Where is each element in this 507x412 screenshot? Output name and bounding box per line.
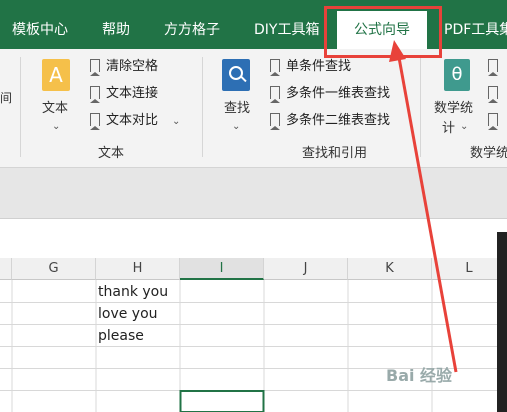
group-label-text: 文本 (98, 146, 125, 161)
tab-diy-toolbox[interactable]: DIY工具箱 (254, 0, 319, 49)
single-condition-lookup-button[interactable]: 单条件查找 (270, 57, 351, 77)
chevron-down-icon: ⌄ (172, 116, 181, 127)
bookmark-icon (90, 59, 100, 76)
text-compare-button[interactable]: 文本对比 ⌄ (90, 111, 180, 131)
text-concat-button[interactable]: 文本连接 (90, 84, 158, 104)
multi-condition-1d-lookup-button[interactable]: 多条件一维表查找 (270, 84, 390, 104)
group-label-lookup: 查找和引用 (302, 146, 368, 161)
bookmark-icon (270, 113, 280, 130)
annotation-highlight-box (324, 6, 442, 58)
text-big-button[interactable]: A 文本 ⌄ (38, 57, 78, 137)
cell-h-love-you[interactable]: love you (98, 306, 158, 322)
math-stats-label-line1: 数学统 (434, 101, 474, 116)
chevron-down-icon: ⌄ (232, 121, 241, 132)
lookup-big-button-label: 查找 (224, 101, 251, 116)
watermark-logo: Bai 经验 (386, 366, 453, 385)
side-panel-edge (497, 232, 507, 412)
formula-input-row[interactable] (0, 218, 507, 259)
group-separator (202, 57, 203, 157)
column-header-partial[interactable] (0, 258, 12, 280)
column-header-k[interactable]: K (348, 258, 432, 280)
bookmark-icon (90, 113, 100, 130)
theta-icon: θ (444, 59, 470, 91)
tab-fangfang-gezi[interactable]: 方方格子 (164, 0, 220, 49)
math-stats-label-line2: 计 (442, 121, 456, 136)
partial-bookmark-item[interactable] (488, 84, 504, 104)
grid-lines (0, 280, 507, 412)
tab-pdf-tools[interactable]: PDF工具集 (444, 0, 507, 49)
text-a-icon: A (42, 59, 70, 91)
column-header-j[interactable]: J (264, 258, 348, 280)
ribbon-panel: 间 A 文本 ⌄ 清除空格 文本连接 文本对比 ⌄ 文本 查找 ⌄ 单条件查找 多… (0, 49, 507, 168)
bookmark-icon (90, 86, 100, 103)
cell-h-thank-you[interactable]: thank you (98, 284, 168, 300)
bookmark-icon (488, 59, 498, 76)
cell-h-please[interactable]: please (98, 328, 144, 344)
group-separator (20, 57, 21, 157)
group-separator (420, 57, 421, 157)
search-book-icon (222, 59, 250, 91)
bookmark-icon (488, 113, 498, 130)
tab-template-center[interactable]: 模板中心 (12, 0, 68, 49)
formula-bar-area (0, 168, 507, 218)
partial-bookmark-item[interactable] (488, 111, 504, 131)
bookmark-icon (270, 86, 280, 103)
bookmark-icon (270, 59, 280, 76)
bookmark-icon (488, 86, 498, 103)
group-label-math: 数学统 (470, 146, 507, 161)
partial-ribbon-item: 间 (0, 91, 13, 105)
column-header-l[interactable]: L (432, 258, 507, 280)
column-header-g[interactable]: G (12, 258, 96, 280)
clear-spaces-button[interactable]: 清除空格 (90, 57, 158, 77)
worksheet-grid[interactable]: thank you love you please (0, 280, 507, 412)
chevron-down-icon: ⌄ (52, 121, 61, 132)
partial-bookmark-item[interactable] (488, 57, 504, 77)
tab-help[interactable]: 帮助 (102, 0, 130, 49)
lookup-big-button[interactable]: 查找 ⌄ (220, 57, 260, 137)
math-stats-big-button[interactable]: θ 数学统 计 ⌄ (432, 57, 482, 137)
text-big-button-label: 文本 (42, 101, 69, 116)
column-header-h[interactable]: H (96, 258, 180, 280)
multi-condition-2d-lookup-button[interactable]: 多条件二维表查找 (270, 111, 390, 131)
chevron-down-icon: ⌄ (460, 121, 469, 132)
column-header-i[interactable]: I (180, 258, 264, 280)
